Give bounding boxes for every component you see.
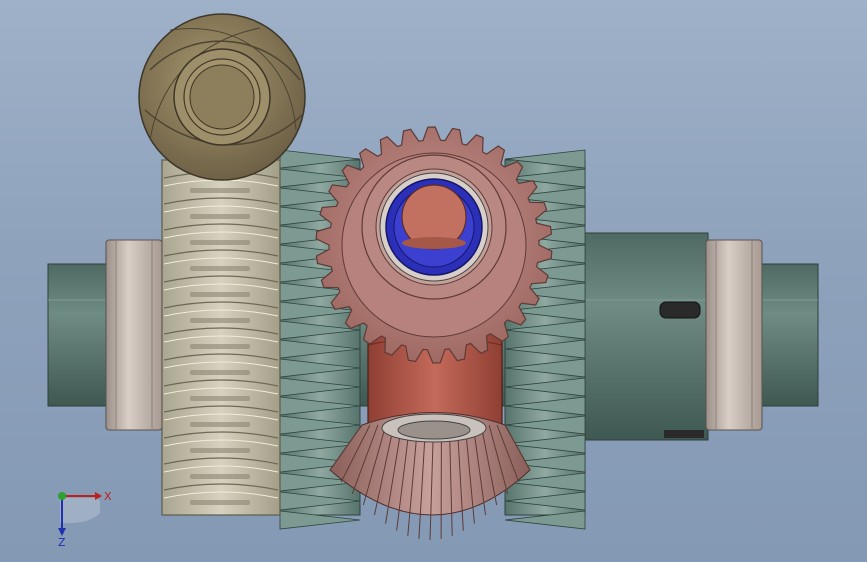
coordinate-triad: X Z [40,478,120,549]
bearing-right[interactable] [705,239,763,431]
bearing-left[interactable] [105,239,163,431]
gear-assembly-model[interactable] [0,0,867,562]
graphics-viewport[interactable]: X Z [0,0,867,562]
bevel-gear-bottom[interactable] [329,412,531,541]
y-axis-dot [58,492,66,500]
hub-bearing-blue[interactable] [361,154,507,300]
z-axis-label: Z [58,536,66,548]
x-axis-label: X [104,490,112,503]
worm-wheel[interactable] [138,13,306,181]
worm[interactable] [161,159,281,516]
